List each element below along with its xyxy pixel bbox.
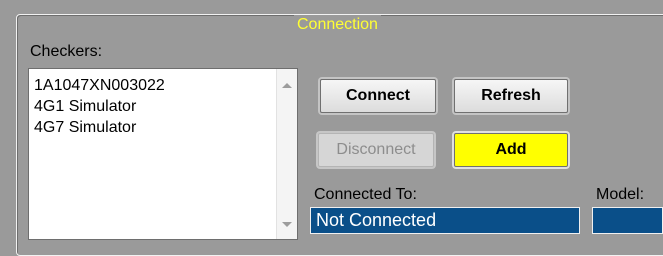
checkers-label: Checkers:: [30, 43, 103, 60]
scroll-down-arrow-icon[interactable]: [282, 222, 292, 227]
checkers-listbox[interactable]: 1A1047XN003022 4G1 Simulator 4G7 Simulat…: [28, 68, 298, 240]
checker-item[interactable]: 1A1047XN003022: [34, 75, 165, 96]
model-label: Model:: [596, 186, 645, 203]
checkers-list: 1A1047XN003022 4G1 Simulator 4G7 Simulat…: [34, 75, 165, 138]
checkers-scrollbar[interactable]: [276, 69, 297, 239]
disconnect-button[interactable]: Disconnect: [318, 133, 434, 167]
checker-item[interactable]: 4G1 Simulator: [34, 96, 165, 117]
scroll-up-arrow-icon[interactable]: [282, 83, 292, 88]
connect-button[interactable]: Connect: [320, 79, 436, 113]
connection-group-title: Connection: [294, 15, 381, 35]
refresh-button[interactable]: Refresh: [454, 79, 568, 113]
add-button[interactable]: Add: [454, 133, 568, 167]
model-field: [592, 207, 663, 234]
connected-to-field: Not Connected: [310, 207, 580, 234]
connected-to-label: Connected To:: [314, 186, 417, 203]
checker-item[interactable]: 4G7 Simulator: [34, 117, 165, 138]
